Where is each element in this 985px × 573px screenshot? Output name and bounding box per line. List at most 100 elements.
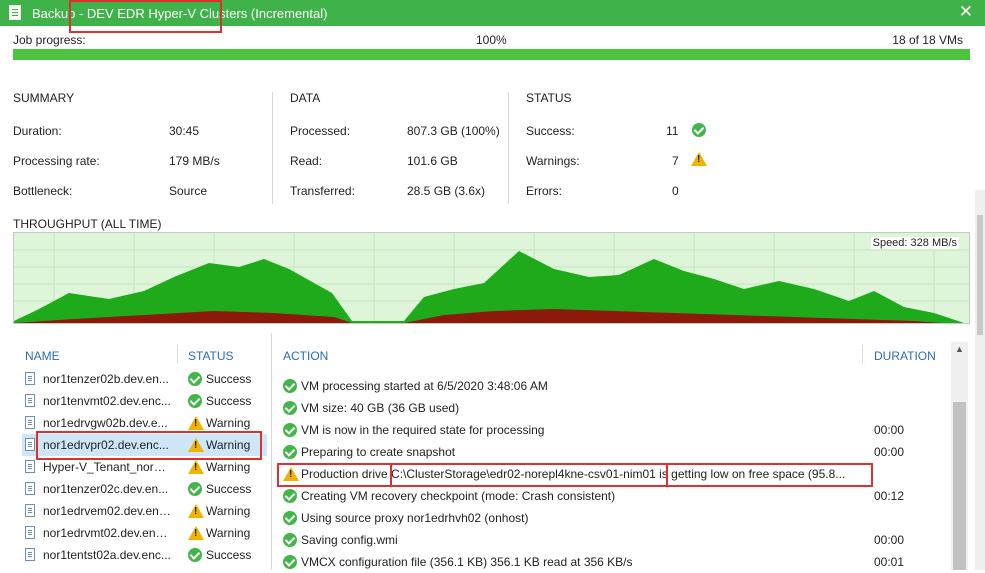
vm-name: nor1edrvgw02b.dev.e...	[43, 416, 168, 430]
job-progress-vms: 18 of 18 VMs	[892, 33, 963, 47]
vm-status: Success	[206, 394, 252, 408]
job-progress-fill	[13, 49, 970, 60]
vm-list-row[interactable]: nor1edrvmt02.dev.enc... Warning	[22, 522, 267, 544]
action-duration: 00:00	[874, 533, 905, 547]
success-check-icon	[188, 394, 202, 408]
action-text: Production drive C:\ClusterStorage\edr02…	[301, 467, 846, 481]
status-icon-slot	[188, 372, 202, 386]
name-column-header[interactable]: NAME	[25, 349, 60, 363]
action-row[interactable]: VM processing started at 6/5/2020 3:48:0…	[281, 375, 861, 397]
status-icon-slot	[188, 460, 204, 474]
action-status-slot	[283, 423, 297, 437]
success-check-icon	[188, 482, 202, 496]
vm-status: Success	[206, 372, 252, 386]
status-icon-slot	[188, 548, 202, 562]
data-processed-value: 807.3 GB (100%)	[407, 124, 500, 138]
job-progress-label: Job progress:	[13, 33, 86, 47]
action-status-slot	[283, 533, 297, 547]
action-text: VM size: 40 GB (36 GB used)	[301, 401, 460, 415]
vm-list-row[interactable]: nor1tenzer02b.dev.en... Success	[22, 368, 267, 390]
vm-icon	[25, 504, 35, 517]
data-read-label: Read:	[290, 154, 323, 168]
success-check-icon	[283, 445, 297, 459]
vm-name: nor1edrvpr02.dev.enc...	[43, 438, 169, 452]
action-duration: 00:12	[874, 489, 905, 503]
action-text: Preparing to create snapshot	[301, 445, 456, 459]
success-check-icon	[692, 123, 706, 137]
duration-column-header[interactable]: DURATION	[874, 349, 936, 363]
vm-status: Warning	[206, 438, 251, 452]
vm-list-row[interactable]: nor1edrvem02.dev.enc... Warning	[22, 500, 267, 522]
vm-name: nor1tenzer02c.dev.en...	[43, 482, 169, 496]
vm-list-row[interactable]: Hyper-V_Tenant_nor1t... Warning	[22, 456, 267, 478]
vm-name: nor1tenvmt02.dev.enc...	[43, 394, 171, 408]
vm-status: Warning	[206, 504, 251, 518]
vm-name: Hyper-V_Tenant_nor1t...	[43, 460, 171, 474]
vm-status: Warning	[206, 416, 251, 430]
vm-list-row[interactable]: nor1edrvpr02.dev.enc... Warning	[22, 434, 267, 456]
data-transferred-value: 28.5 GB (3.6x)	[407, 184, 486, 198]
divider	[508, 92, 509, 204]
action-row[interactable]: Production drive C:\ClusterStorage\edr02…	[281, 463, 861, 485]
vm-list-row[interactable]: nor1tenvmt02.dev.enc... Success	[22, 390, 267, 412]
vm-name: nor1tenzer02b.dev.en...	[43, 372, 169, 386]
data-read-value: 101.6 GB	[407, 154, 458, 168]
action-duration: 00:00	[874, 423, 905, 437]
status-errors-value: 0	[672, 184, 679, 198]
action-row[interactable]: Using source proxy nor1edrhvh02 (onhost)	[281, 507, 861, 529]
vm-name: nor1edrvmt02.dev.enc...	[43, 526, 171, 540]
vm-list-row[interactable]: nor1tentst02a.dev.enc... Success	[22, 544, 267, 566]
status-icon-slot	[188, 504, 204, 518]
action-row[interactable]: Saving config.wmi	[281, 529, 861, 551]
vm-list-row[interactable]: nor1edrvgw02b.dev.e... Warning	[22, 412, 267, 434]
close-icon[interactable]: ✕	[959, 3, 973, 21]
column-divider	[862, 345, 863, 363]
vm-name: nor1tentst02a.dev.enc...	[43, 548, 171, 562]
action-column-header[interactable]: ACTION	[283, 349, 328, 363]
action-duration: 00:01	[874, 555, 905, 569]
action-row[interactable]: VM is now in the required state for proc…	[281, 419, 861, 441]
vm-icon	[25, 482, 35, 495]
backup-job-icon	[9, 5, 21, 20]
action-status-slot	[283, 445, 297, 459]
title-bar: Backup - DEV EDR Hyper-V Clusters (Incre…	[0, 0, 985, 26]
warning-icon	[188, 416, 204, 430]
window-scrollbar-thumb[interactable]	[977, 215, 983, 335]
status-warnings-label: Warnings:	[526, 154, 580, 168]
action-row[interactable]: Creating VM recovery checkpoint (mode: C…	[281, 485, 861, 507]
action-text: Saving config.wmi	[301, 533, 398, 547]
action-text: Using source proxy nor1edrhvh02 (onhost)	[301, 511, 529, 525]
status-icon-slot	[188, 438, 204, 452]
throughput-title: THROUGHPUT (ALL TIME)	[13, 217, 162, 231]
action-status-slot	[283, 401, 297, 415]
status-column-header[interactable]: STATUS	[188, 349, 234, 363]
summary-duration-value: 30:45	[169, 124, 200, 138]
window-title: Backup - DEV EDR Hyper-V Clusters (Incre…	[32, 6, 328, 21]
vm-icon	[25, 372, 35, 385]
scroll-up-icon[interactable]: ▲	[951, 342, 968, 356]
vm-icon	[25, 460, 35, 473]
warning-icon	[691, 152, 707, 166]
action-row[interactable]: Preparing to create snapshot	[281, 441, 861, 463]
success-check-icon	[283, 533, 297, 547]
summary-title: SUMMARY	[13, 91, 75, 105]
summary-rate-label: Processing rate:	[13, 154, 100, 168]
column-divider	[177, 345, 178, 363]
status-warnings-value: 7	[672, 154, 679, 168]
vm-icon	[25, 416, 35, 429]
action-scrollbar-thumb[interactable]	[953, 402, 966, 570]
pane-divider	[271, 333, 272, 570]
data-transferred-label: Transferred:	[290, 184, 355, 198]
action-row[interactable]: VM size: 40 GB (36 GB used)	[281, 397, 861, 419]
action-text: VMCX configuration file (356.1 KB) 356.1…	[301, 555, 633, 569]
success-check-icon	[283, 379, 297, 393]
status-success-value: 11	[666, 124, 679, 138]
vm-icon	[25, 438, 35, 451]
vm-list-row[interactable]: nor1tenzer02c.dev.en... Success	[22, 478, 267, 500]
action-status-slot	[283, 555, 297, 569]
success-check-icon	[283, 401, 297, 415]
throughput-speed: Speed: 328 MB/s	[870, 237, 959, 249]
action-text: VM is now in the required state for proc…	[301, 423, 545, 437]
vm-icon	[25, 548, 35, 561]
action-status-slot	[283, 467, 299, 481]
